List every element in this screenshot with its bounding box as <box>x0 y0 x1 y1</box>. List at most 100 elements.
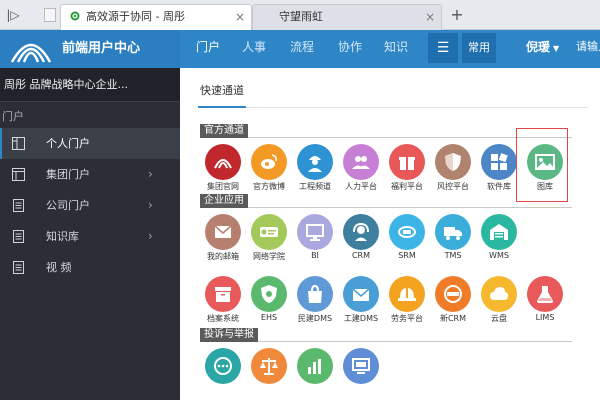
app-circle <box>389 276 425 312</box>
sidebar-toggle-icon[interactable]: |▷ <box>4 6 22 24</box>
sidebar-section-title: 门户 <box>2 110 24 123</box>
window-icon[interactable] <box>44 8 56 22</box>
section-title: 官方通道 <box>200 124 248 138</box>
browser-tab-active[interactable]: 高效源于协同 - 周彤 × <box>60 4 252 31</box>
app-circle <box>343 348 379 384</box>
app-lims[interactable]: LIMS <box>522 276 568 324</box>
bag-icon <box>308 284 322 303</box>
tab-title: 守望雨虹 <box>279 10 323 23</box>
app-circle <box>343 276 379 312</box>
hamburger-icon: ☰ <box>436 40 450 56</box>
helmet-icon <box>398 288 416 301</box>
app-circle <box>251 276 287 312</box>
browser-tab[interactable]: 守望雨虹 × <box>252 4 442 30</box>
section-title: 投诉与举报 <box>200 328 258 342</box>
app-circle <box>297 214 333 250</box>
app-online-report[interactable] <box>338 348 384 396</box>
scales-icon <box>260 358 278 375</box>
screen-icon <box>352 358 370 374</box>
sidebar-item-knowledge-base[interactable]: 知识库 › <box>0 221 180 252</box>
sidebar-item-group-portal[interactable]: 集团门户 › <box>0 159 180 190</box>
sidebar-item-video[interactable]: 视 频 <box>0 252 180 283</box>
app-wms[interactable]: WMS <box>476 214 522 262</box>
selection-highlight <box>516 128 568 202</box>
sidebar-item-personal-portal[interactable]: 个人门户 <box>0 128 180 159</box>
document-icon <box>13 199 24 212</box>
monitor-icon <box>306 224 324 241</box>
window-icon <box>12 168 25 181</box>
app-circle <box>435 276 471 312</box>
app-circle <box>389 144 425 180</box>
user-name: 倪瑗 <box>526 40 551 54</box>
app-circle <box>205 214 241 250</box>
common-button[interactable]: 常用 <box>462 33 496 63</box>
sidebar-item-label: 个人门户 <box>46 137 90 150</box>
company-name: 周彤 品牌战略中心企业... <box>0 68 180 102</box>
crm-icon <box>444 285 462 303</box>
app-circle <box>389 214 425 250</box>
engineer-icon <box>308 156 322 172</box>
nav-item-process[interactable]: 流程 <box>290 30 314 64</box>
blocks-icon <box>491 153 508 170</box>
tab-quick-access[interactable]: 快速通道 <box>198 80 246 108</box>
app-circle <box>251 144 287 180</box>
gift-icon <box>399 157 415 170</box>
app-circle <box>435 144 471 180</box>
top-navigation: 前端用户中心 门户 人事 流程 协作 知识 ☰ 常用 倪瑗▼ 请输入 <box>0 30 600 68</box>
app-circle <box>205 144 241 180</box>
app-circle <box>297 276 333 312</box>
app-circle <box>297 144 333 180</box>
chart-icon <box>308 359 321 374</box>
content-tabs: 快速通道 <box>198 80 588 108</box>
layout-icon <box>12 137 25 150</box>
sidebar-item-label: 公司门户 <box>46 199 90 212</box>
app-label: WMS <box>489 251 509 260</box>
app-circle <box>251 214 287 250</box>
sidebar-item-label: 知识库 <box>46 230 79 243</box>
app-circle <box>297 348 333 384</box>
new-tab-button[interactable]: + <box>448 5 466 25</box>
app-circle <box>343 144 379 180</box>
headset-icon <box>353 222 369 241</box>
nav-item-knowledge[interactable]: 知识 <box>384 30 408 64</box>
brand-logo-icon <box>10 43 52 63</box>
nav-item-portal[interactable]: 门户 <box>196 30 220 64</box>
app-report-stats[interactable] <box>292 348 338 396</box>
sidebar: 周彤 品牌战略中心企业... 门户 个人门户 集团门户 › 公司门户 › 知识库… <box>0 68 180 400</box>
truck-icon <box>444 227 462 240</box>
chevron-right-icon: › <box>148 198 153 212</box>
section-complaint: 投诉与举报 <box>200 328 572 342</box>
brand-name: 前端用户中心 <box>62 41 141 56</box>
close-icon[interactable]: × <box>235 5 245 29</box>
sidebar-item-company-portal[interactable]: 公司门户 › <box>0 190 180 221</box>
flask-icon <box>537 286 553 303</box>
nav-item-collab[interactable]: 协作 <box>338 30 362 64</box>
app-complaint-hotline[interactable] <box>200 348 246 396</box>
app-circle <box>481 144 517 180</box>
browser-tab-bar: |▷ 高效源于协同 - 周彤 × 守望雨虹 × + <box>0 0 600 31</box>
warehouse-icon <box>490 224 508 240</box>
menu-button[interactable]: ☰ <box>428 33 458 63</box>
tab-title: 高效源于协同 - 周彤 <box>86 10 185 23</box>
app-supervision[interactable] <box>246 348 292 396</box>
shield-icon <box>445 153 461 171</box>
app-circle <box>205 348 241 384</box>
main-content: 快速通道 官方通道 企业应用 投诉与举报 集团官网 官方微博 工程频道 人力平台… <box>180 68 600 400</box>
chat-phone-icon <box>214 357 232 375</box>
app-circle <box>343 214 379 250</box>
brand-logo-icon <box>214 159 232 169</box>
nav-item-hr[interactable]: 人事 <box>242 30 266 64</box>
document-icon <box>13 230 24 243</box>
close-icon[interactable]: × <box>425 5 435 29</box>
sidebar-item-label: 集团门户 <box>46 168 90 181</box>
app-label: LIMS <box>535 313 555 322</box>
user-menu[interactable]: 倪瑗 ▼ <box>526 30 559 66</box>
gear-icon <box>70 11 80 21</box>
user-link[interactable]: 请输入 <box>576 30 600 64</box>
sidebar-item-label: 视 频 <box>46 261 72 274</box>
srm-icon <box>398 226 416 238</box>
chevron-right-icon: › <box>148 167 153 181</box>
app-circle <box>251 348 287 384</box>
app-circle <box>435 214 471 250</box>
brand[interactable]: 前端用户中心 <box>0 30 180 68</box>
